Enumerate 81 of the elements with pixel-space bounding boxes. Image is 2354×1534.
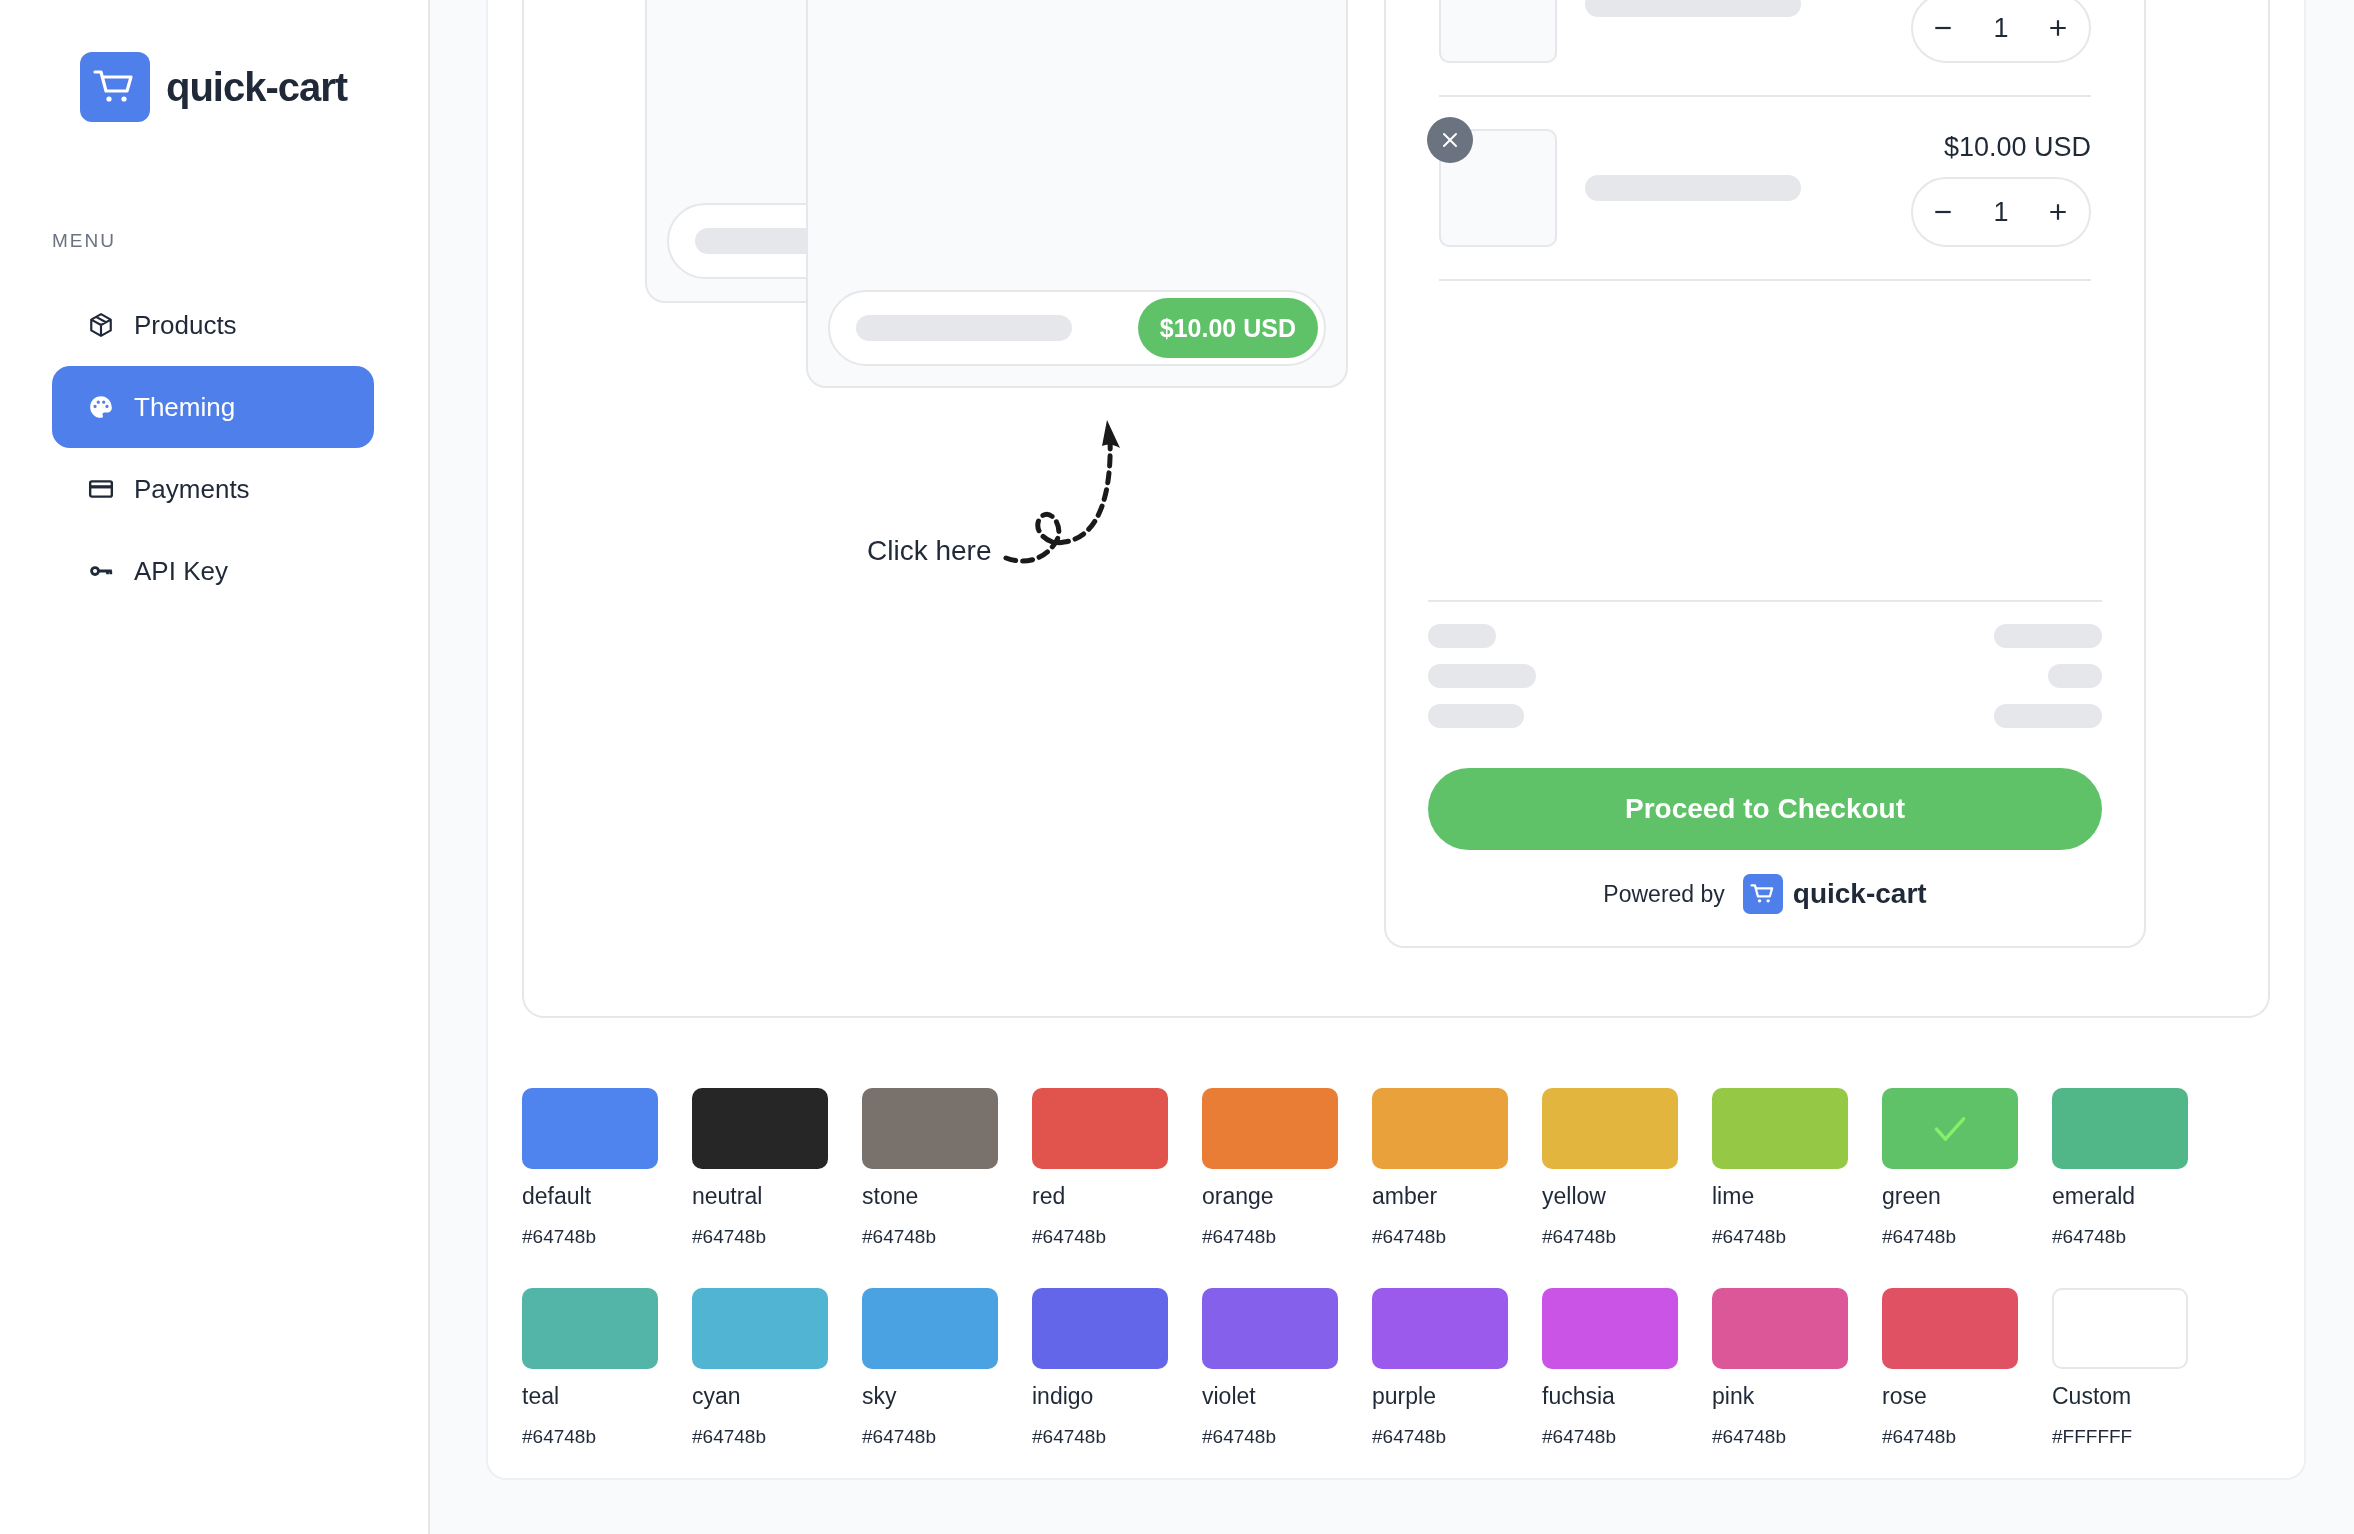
swatch-name: red — [1032, 1183, 1066, 1210]
color-swatch[interactable] — [1712, 1088, 1848, 1169]
palette-icon — [88, 394, 114, 420]
swatch-hex: #64748b — [522, 1226, 596, 1248]
swatch-name: default — [522, 1183, 592, 1210]
box-icon — [88, 312, 114, 338]
swatch-name: rose — [1882, 1383, 1927, 1410]
swatch-hex: #64748b — [1202, 1426, 1276, 1448]
check-icon — [1933, 1114, 1967, 1143]
color-swatch[interactable] — [1542, 1088, 1678, 1169]
swatch-hex: #FFFFFF — [2052, 1426, 2133, 1448]
color-swatch[interactable] — [692, 1088, 828, 1169]
swatch-name: emerald — [2052, 1183, 2136, 1210]
hint-text: Click here — [867, 535, 992, 567]
brand-name: quick-cart — [166, 64, 348, 110]
color-swatch[interactable] — [522, 1288, 658, 1369]
swatch-name: orange — [1202, 1183, 1274, 1210]
color-swatch[interactable] — [1032, 1288, 1168, 1369]
swatch-name: violet — [1202, 1383, 1256, 1410]
color-swatch[interactable] — [1202, 1088, 1338, 1169]
swatch-name: yellow — [1542, 1183, 1606, 1210]
nav-item[interactable]: Theming — [52, 366, 374, 448]
nav-item[interactable]: Payments — [52, 448, 374, 530]
swatch-hex: #64748b — [522, 1426, 596, 1448]
color-swatch[interactable] — [1542, 1288, 1678, 1369]
remove-button[interactable] — [1427, 117, 1473, 163]
brand-name: quick-cart — [1792, 878, 1927, 910]
menu-label: MENU — [52, 230, 117, 252]
swatch-name: fuchsia — [1542, 1383, 1615, 1410]
swatch-name: green — [1882, 1183, 1941, 1210]
swatch-name: cyan — [692, 1383, 741, 1410]
color-swatch[interactable] — [2052, 1288, 2188, 1369]
swatch-hex: #64748b — [862, 1426, 936, 1448]
color-swatch[interactable] — [1202, 1288, 1338, 1369]
color-swatch[interactable] — [1712, 1288, 1848, 1369]
swatch-hex: #64748b — [692, 1226, 766, 1248]
swatch-hex: #64748b — [1202, 1226, 1276, 1248]
swatch-name: amber — [1372, 1183, 1438, 1210]
color-swatch[interactable] — [1372, 1288, 1508, 1369]
swatch-name: indigo — [1032, 1383, 1094, 1410]
swatch-name: lime — [1712, 1183, 1755, 1210]
close-icon — [1440, 130, 1460, 150]
swatch-hex: #64748b — [1372, 1226, 1446, 1248]
swatch-hex: #64748b — [1882, 1226, 1956, 1248]
swatch-name: purple — [1372, 1383, 1436, 1410]
item-price: $10.00 USD — [1943, 132, 2091, 163]
nav-item[interactable]: Products — [52, 284, 374, 366]
color-swatch[interactable] — [862, 1288, 998, 1369]
skeleton-line — [2048, 664, 2102, 688]
color-swatch[interactable] — [1882, 1288, 2018, 1369]
color-swatch[interactable] — [862, 1088, 998, 1169]
swatch-name: Custom — [2052, 1383, 2132, 1410]
powered-by-text: Powered by — [1603, 880, 1725, 908]
color-swatch[interactable] — [1372, 1088, 1508, 1169]
swatch-hex: #64748b — [1372, 1426, 1446, 1448]
quantity-value: 1 — [1993, 12, 2009, 44]
swatch-name: stone — [862, 1183, 919, 1210]
skeleton-line — [1428, 624, 1496, 648]
swatch-hex: #64748b — [1032, 1226, 1106, 1248]
swatch-hex: #64748b — [1712, 1426, 1786, 1448]
swatch-hex: #64748b — [1032, 1426, 1106, 1448]
swatch-hex: #64748b — [1542, 1426, 1616, 1448]
swatch-hex: #64748b — [692, 1426, 766, 1448]
color-swatch[interactable] — [522, 1088, 658, 1169]
cart-logo-icon — [1742, 874, 1783, 914]
swatch-name: pink — [1712, 1383, 1755, 1410]
cart-logo-icon — [80, 52, 150, 122]
color-swatch[interactable] — [2052, 1088, 2188, 1169]
swatch-hex: #64748b — [1712, 1226, 1786, 1248]
swatch-name: teal — [522, 1383, 560, 1410]
nav-item[interactable]: API Key — [52, 530, 374, 612]
swatch-name: neutral — [692, 1183, 763, 1210]
swatch-hex: #64748b — [2052, 1226, 2126, 1248]
color-swatch[interactable] — [1882, 1088, 2018, 1169]
color-swatch[interactable] — [692, 1288, 828, 1369]
quantity-value: 1 — [1993, 196, 2009, 228]
swatch-hex: #64748b — [1882, 1426, 1956, 1448]
color-swatch[interactable] — [1032, 1088, 1168, 1169]
swatch-name: sky — [862, 1383, 897, 1410]
swatch-hex: #64748b — [1542, 1226, 1616, 1248]
swatch-hex: #64748b — [862, 1226, 936, 1248]
